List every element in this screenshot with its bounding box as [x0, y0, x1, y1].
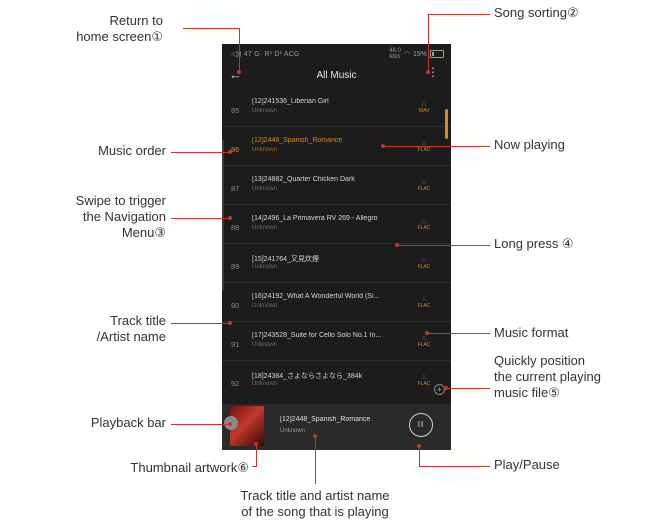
pause-button[interactable]: II — [409, 413, 433, 437]
leader-dot — [381, 144, 385, 148]
playing-artist: Unknown — [280, 428, 306, 434]
track-artist: Unknown — [252, 303, 278, 309]
status-left: ◁)) 47 G· R¹ D¹ ACG — [231, 51, 300, 58]
leader-dot — [395, 243, 399, 247]
track-row[interactable]: 87 [13]24882_Quarter Chicken Dark Unknow… — [222, 166, 451, 205]
format-badge: ∴ FLAC — [417, 297, 431, 309]
leader-quick-position — [446, 388, 490, 389]
leader-dot — [254, 442, 258, 446]
navigation-swipe-edge[interactable] — [222, 140, 224, 290]
leader-song-sorting — [428, 14, 490, 15]
locate-current-icon[interactable]: + — [434, 384, 445, 395]
track-row[interactable]: 91 [17]243528_Suite for Cello Solo No.1 … — [222, 322, 451, 361]
leader-dot — [237, 70, 241, 74]
format-badge: ∴ FLAC — [417, 258, 431, 270]
leader-song-sorting-v — [428, 14, 429, 72]
label-music-format: Music format — [494, 325, 569, 340]
format-badge: ∴ FLAC — [417, 336, 431, 348]
leader-music-order — [171, 152, 229, 153]
leader-track-title — [171, 323, 229, 324]
leader-return-home — [183, 28, 239, 29]
label-song-sorting: Song sorting② — [494, 5, 579, 20]
leader-dot — [228, 422, 232, 426]
label-long-press: Long press ④ — [494, 236, 574, 251]
playing-title: [12]2448_Spanish_Romance — [280, 416, 371, 423]
track-title: [15]241764_又見炊煙 — [252, 256, 319, 263]
label-bottom-caption: Track title and artist name of the song … — [240, 488, 390, 519]
label-swipe-nav: Swipe to trigger the Navigation Menu③ — [75, 193, 166, 240]
track-title: [18]24384_さよならさよなら_384k — [252, 373, 363, 380]
track-artist: Unknown — [252, 342, 278, 348]
leader-swipe-nav — [171, 218, 229, 219]
label-playback-bar: Playback bar — [90, 415, 166, 430]
leader-dot — [228, 321, 232, 325]
phone-screen: ◁)) 47 G· R¹ D¹ ACG 48.0 kb/s ◠ 19% ← Al… — [222, 44, 451, 450]
album-thumbnail[interactable] — [224, 406, 264, 446]
leader-dot — [417, 444, 421, 448]
track-artist: Unknown — [252, 147, 278, 153]
track-number: 90 — [231, 301, 240, 310]
leader-play-pause-v — [419, 446, 420, 466]
leader-dot — [313, 434, 317, 438]
format-badge: ∴ FLAC — [417, 375, 431, 387]
label-track-title: Track title /Artist name — [96, 313, 166, 344]
leader-dot — [426, 70, 430, 74]
leader-now-playing — [383, 146, 490, 147]
track-number: 85 — [231, 106, 240, 115]
track-artist: Unknown — [252, 225, 278, 231]
track-number: 92 — [231, 379, 240, 388]
scrollbar[interactable] — [445, 109, 448, 139]
network-speed-unit: kb/s — [389, 54, 401, 60]
label-now-playing: Now playing — [494, 137, 565, 152]
status-bar: ◁)) 47 G· R¹ D¹ ACG 48.0 kb/s ◠ 19% — [222, 44, 451, 64]
track-number: 91 — [231, 340, 240, 349]
leader-bottom-caption — [315, 436, 316, 484]
track-row[interactable]: 89 [15]241764_又見炊煙 Unknown ∴ FLAC — [222, 244, 451, 283]
format-badge: ∴ FLAC — [417, 219, 431, 231]
label-music-order: Music order — [98, 143, 166, 158]
track-title: [12]2448_Spanish_Romance — [252, 137, 343, 144]
track-artist: Unknown — [252, 186, 278, 192]
track-title: [14]2496_La Primavera RV 269 - Allegro — [252, 215, 378, 222]
track-number: 87 — [231, 184, 240, 193]
track-row[interactable]: 90 [16]24192_What A Wonderful World (Si.… — [222, 283, 451, 322]
track-row[interactable]: 88 [14]2496_La Primavera RV 269 - Allegr… — [222, 205, 451, 244]
label-thumbnail: Thumbnail artwork⑥ — [130, 460, 249, 475]
format-badge: ∴ FLAC — [417, 141, 431, 153]
format-badge: ∴ FLAC — [417, 180, 431, 192]
leader-return-home-v — [239, 28, 240, 72]
page-title: All Music — [316, 70, 357, 81]
label-return-home: Return to home screen① — [76, 13, 163, 44]
track-title: [13]24882_Quarter Chicken Dark — [252, 176, 355, 183]
track-number: 88 — [231, 223, 240, 232]
track-title: [17]243528_Suite for Cello Solo No.1 In.… — [252, 332, 382, 339]
label-quick-position: Quickly position the current playing mus… — [494, 353, 601, 400]
leader-dot — [228, 216, 232, 220]
track-number: 89 — [231, 262, 240, 271]
leader-music-format — [427, 333, 490, 334]
format-badge: ∴ WAV — [418, 102, 430, 114]
leader-long-press — [397, 245, 490, 246]
battery-level: 19% — [412, 50, 427, 58]
leader-thumbnail-v — [256, 444, 257, 467]
wifi-icon: ◠ — [403, 51, 410, 58]
track-artist: Unknown — [252, 264, 278, 270]
label-play-pause: Play/Pause — [494, 457, 560, 472]
top-bar: ← All Music ⋮ — [222, 64, 451, 88]
track-row[interactable]: 85 [12]241536_Liberian Girl Unknown ∴ WAV — [222, 88, 451, 127]
track-title: [16]24192_What A Wonderful World (Si... — [252, 293, 380, 300]
leader-play-pause — [419, 466, 490, 467]
leader-playback-bar — [171, 424, 229, 425]
leader-dot — [444, 386, 448, 390]
track-artist: Unknown — [252, 381, 278, 387]
battery-icon — [430, 50, 444, 58]
track-number: 86 — [231, 145, 240, 154]
track-list[interactable]: 85 [12]241536_Liberian Girl Unknown ∴ WAV… — [222, 88, 451, 394]
leader-dot — [425, 331, 429, 335]
track-artist: Unknown — [252, 108, 278, 114]
leader-dot — [228, 150, 232, 154]
track-title: [12]241536_Liberian Girl — [252, 98, 329, 105]
track-row[interactable]: 92 [18]24384_さよならさよなら_384k Unknown ∴ FLAC — [222, 361, 451, 394]
